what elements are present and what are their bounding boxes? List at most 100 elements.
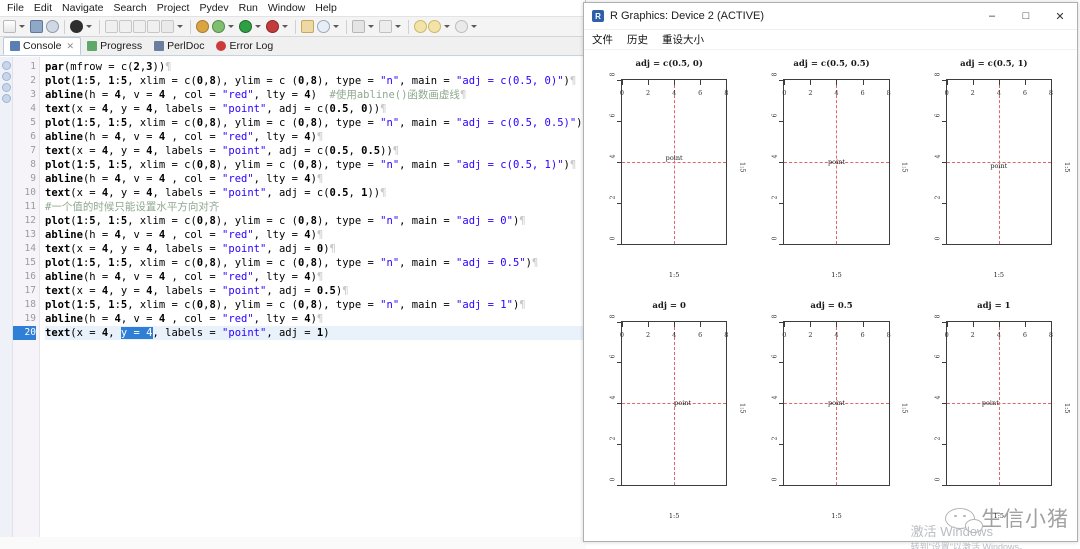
code-line[interactable]: abline(h = 4, v = 4 , col = "red", lty =… [45,88,585,102]
toolbar-perspective-button[interactable] [211,20,237,33]
tab-console[interactable]: Console ✕ [3,37,82,55]
y-tick-label: 4 [609,395,617,400]
code-line[interactable]: #一个值的时候只能设置水平方向对齐 [45,200,585,214]
chevron-down-icon[interactable] [395,25,401,28]
y-tick-label: 2 [771,195,779,199]
toolbar-text-tools[interactable] [104,20,186,33]
tab-progress[interactable]: Progress [81,37,148,55]
code-line[interactable]: text(x = 4, y = 4, labels = "point", adj… [45,326,585,340]
chevron-down-icon[interactable] [444,25,450,28]
undo-arrow-icon [455,20,468,33]
toolbar-separator [190,19,191,34]
menu-navigate[interactable]: Navigate [57,0,108,16]
r-menu-item-0[interactable]: 文件 [592,32,613,47]
x-tick-label: 6 [1022,89,1027,97]
text-d-icon [147,20,160,33]
toolbar-open-type-button[interactable] [300,20,315,33]
x-tick-label: 8 [1048,330,1054,339]
y-tick-label: 6 [934,113,942,118]
minimize-button[interactable]: – [975,3,1009,30]
marker-icon[interactable] [1,61,11,70]
r-graphics-window: R R Graphics: Device 2 (ACTIVE) – □ ✕ 文件… [583,2,1078,542]
line-number: 8 [30,159,36,170]
code-line[interactable]: abline(h = 4, v = 4 , col = "red", lty =… [45,172,585,186]
menu-window[interactable]: Window [263,0,310,16]
new-file-icon [3,20,16,33]
r-window-title-bar[interactable]: R R Graphics: Device 2 (ACTIVE) – □ ✕ [584,3,1077,30]
code-line[interactable]: abline(h = 4, v = 4 , col = "red", lty =… [45,130,585,144]
chevron-down-icon[interactable] [282,25,288,28]
chevron-down-icon[interactable] [228,25,234,28]
toolbar-new-button[interactable] [2,20,28,33]
code-line[interactable]: par(mfrow = c(2,3))¶ [45,60,585,74]
menu-file[interactable]: File [2,0,29,16]
code-line[interactable]: plot(1:5, 1:5, xlim = c(0,8), ylim = c (… [45,158,585,172]
r-menu-item-2[interactable]: 重设大小 [662,32,704,47]
toolbar-run-button[interactable] [238,20,264,33]
toolbar-undo-button[interactable] [454,20,480,33]
toolbar-annotation-button[interactable] [378,20,404,33]
toolbar-package-button[interactable] [195,20,210,33]
code-line[interactable]: text(x = 4, y = 4, labels = "point", adj… [45,102,585,116]
chevron-down-icon[interactable] [19,25,25,28]
code-editor[interactable]: par(mfrow = c(2,3))¶ plot(1:5, 1:5, xlim … [40,57,585,549]
toolbar-debug-button[interactable] [69,20,95,33]
y-tick-label: 4 [934,395,942,400]
code-line[interactable]: abline(h = 4, v = 4 , col = "red", lty =… [45,228,585,242]
chevron-down-icon[interactable] [255,25,261,28]
menu-help[interactable]: Help [310,0,342,16]
code-line[interactable]: abline(h = 4, v = 4 , col = "red", lty =… [45,270,585,284]
x-axis-label: 1:5 [831,512,842,520]
code-line[interactable]: text(x = 4, y = 4, labels = "point", adj… [45,144,585,158]
chevron-down-icon[interactable] [333,25,339,28]
x-tick-mark [998,80,1000,85]
toolbar-search-button[interactable] [316,20,342,33]
y-tick-label: 0 [771,236,779,240]
tab-label: Error Log [229,40,274,52]
x-tick-label: 4 [672,89,677,97]
chevron-down-icon[interactable] [471,25,477,28]
marker-icon[interactable] [1,94,11,103]
r-menu-item-1[interactable]: 历史 [627,32,648,47]
code-line[interactable]: plot(1:5, 1:5, xlim = c(0,8), ylim = c (… [45,256,585,270]
marker-icon[interactable] [1,72,11,81]
chevron-down-icon[interactable] [368,25,374,28]
x-tick-mark [726,80,728,85]
menu-project[interactable]: Project [152,0,195,16]
menu-edit[interactable]: Edit [29,0,57,16]
y-tick-label: 4 [934,154,942,159]
toolbar-marker-button[interactable] [351,20,377,33]
code-line[interactable]: plot(1:5, 1:5, xlim = c(0,8), ylim = c (… [45,74,585,88]
x-tick-mark [1050,321,1052,327]
line-number-gutter: 1 2 3 4 5 6 7 8 9 10 11 12 13 14 15 16 17 18 19 20 [13,57,40,549]
y-tick-label: 6 [771,354,779,359]
code-line[interactable]: plot(1:5, 1:5, xlim = c(0,8), ylim = c (… [45,116,585,130]
marker-icon[interactable] [1,83,11,92]
close-button[interactable]: ✕ [1043,3,1077,30]
code-line[interactable]: text(x = 4, y = 4, labels = "point", adj… [45,242,585,256]
menu-search[interactable]: Search [108,0,151,16]
code-line[interactable]: plot(1:5, 1:5, xlim = c(0,8), ylim = c (… [45,214,585,228]
toolbar-print-button[interactable] [45,20,60,33]
tab-perldoc[interactable]: PerlDoc [148,37,210,55]
tab-label: Progress [100,40,143,52]
menu-run[interactable]: Run [234,0,263,16]
tab-error-log[interactable]: Error Log [210,37,279,55]
code-line[interactable]: abline(h = 4, v = 4 , col = "red", lty =… [45,312,585,326]
code-line[interactable]: text(x = 4, y = 4, labels = "point", adj… [45,284,585,298]
tab-close-icon[interactable]: ✕ [67,41,75,52]
menu-pydev[interactable]: Pydev [194,0,233,16]
code-line[interactable]: plot(1:5, 1:5, xlim = c(0,8), ylim = c (… [45,298,585,312]
maximize-button[interactable]: □ [1009,3,1043,30]
toolbar-external-tools-button[interactable] [265,20,291,33]
x-tick-mark [1024,321,1026,327]
code-line[interactable]: text(x = 4, y = 4, labels = "point", adj… [45,186,585,200]
chevron-down-icon[interactable] [177,25,183,28]
toolbar-save-button[interactable] [29,20,44,33]
gear-icon [212,20,225,33]
chevron-down-icon[interactable] [86,25,92,28]
y-tick-label: 2 [609,195,617,199]
toolbar-back-button[interactable] [413,20,453,33]
x-tick-mark [674,321,676,327]
line-number: 13 [24,229,36,240]
